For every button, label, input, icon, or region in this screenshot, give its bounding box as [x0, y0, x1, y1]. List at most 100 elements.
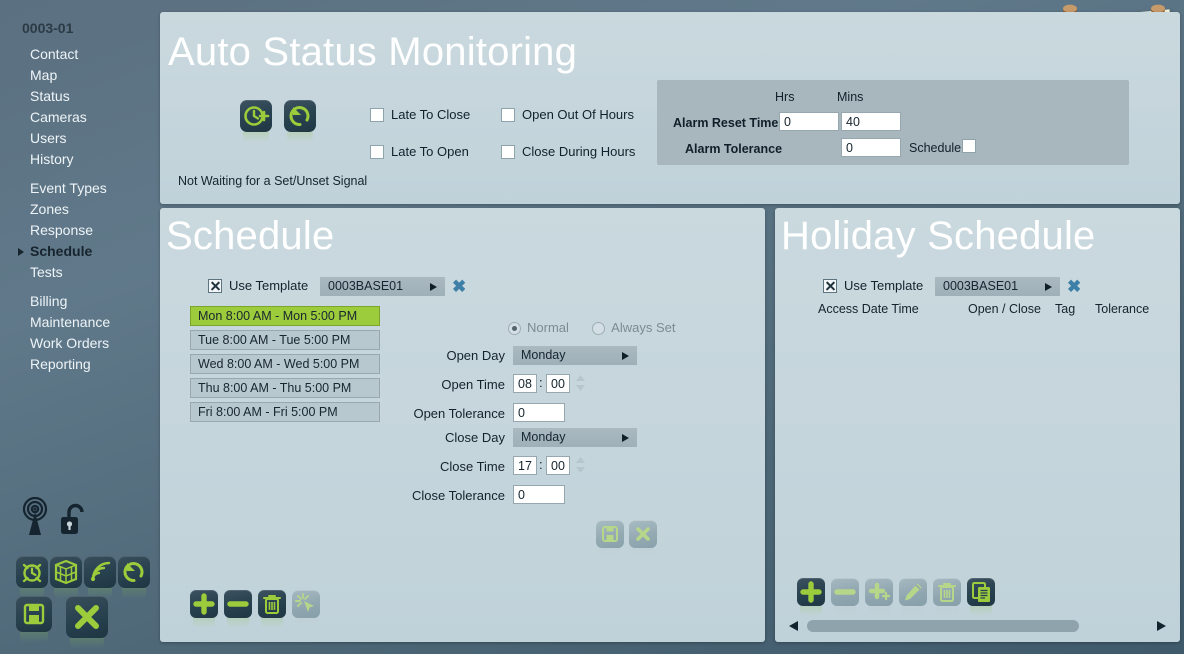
wifi-signal-icon[interactable]	[84, 556, 116, 599]
close-tolerance-input[interactable]	[513, 485, 565, 504]
schedule-day-item[interactable]: Mon 8:00 AM - Mon 5:00 PM	[190, 306, 380, 326]
checkbox-label: Late To Close	[391, 107, 471, 122]
plus-icon[interactable]	[797, 578, 825, 616]
sidebar-item-schedule[interactable]: Schedule	[0, 241, 160, 262]
scroll-right-arrow-icon[interactable]	[1157, 621, 1166, 631]
checkbox-late-to-close[interactable]: Late To Close	[370, 107, 470, 122]
schedule-day-list[interactable]: Mon 8:00 AM - Mon 5:00 PM Tue 8:00 AM - T…	[190, 306, 380, 426]
status-text: Not Waiting for a Set/Unset Signal	[178, 174, 368, 188]
schedule-template-dropdown[interactable]: 0003BASE01	[320, 277, 445, 296]
checkbox-use-template[interactable]	[823, 279, 837, 293]
holiday-use-template-row[interactable]: Use Template	[823, 278, 923, 293]
pencil-icon	[899, 578, 927, 616]
copy-icon[interactable]	[967, 578, 995, 616]
holiday-template-dropdown[interactable]: 0003BASE01	[935, 277, 1060, 296]
holiday-clear-template-button[interactable]: ✖	[1067, 278, 1081, 295]
checkbox-label: Close During Hours	[522, 144, 636, 159]
sidebar-item-billing[interactable]: Billing	[0, 291, 160, 312]
open-time-spinner[interactable]	[575, 374, 586, 392]
radio-normal[interactable]	[508, 322, 521, 335]
chevron-right-icon	[622, 352, 629, 360]
schedule-panel: Schedule Use Template 0003BASE01 ✖ Mon 8…	[160, 208, 765, 642]
sidebar-item-cameras[interactable]: Cameras	[0, 107, 160, 128]
alarm-reset-hrs-input[interactable]	[779, 112, 839, 131]
scrollbar-thumb[interactable]	[807, 620, 1079, 632]
checkbox-box[interactable]	[501, 145, 515, 159]
checkbox-close-during-hours[interactable]: Close During Hours	[501, 144, 635, 159]
time-colon: :	[539, 457, 543, 472]
checkbox-alarm-schedule[interactable]	[962, 139, 976, 153]
plus-star-icon	[865, 578, 893, 616]
open-day-value: Monday	[521, 348, 566, 362]
schedule-day-item[interactable]: Wed 8:00 AM - Wed 5:00 PM	[190, 354, 380, 374]
close-time-minutes-input[interactable]	[546, 456, 570, 475]
open-time-minutes-input[interactable]	[546, 374, 570, 393]
holiday-horizontal-scrollbar[interactable]	[785, 618, 1170, 634]
open-tolerance-label: Open Tolerance	[413, 406, 505, 421]
open-day-dropdown[interactable]: Monday	[513, 346, 637, 365]
alarm-tolerance-label: Alarm Tolerance	[685, 142, 783, 156]
sidebar-item-history[interactable]: History	[0, 149, 160, 170]
sidebar-cancel-button[interactable]	[66, 596, 109, 649]
scroll-left-arrow-icon[interactable]	[789, 621, 798, 631]
radio-always-set-label: Always Set	[611, 320, 676, 335]
minus-icon[interactable]	[224, 590, 252, 628]
schedule-mode-radios[interactable]: Normal Always Set	[508, 320, 675, 335]
close-time-hours-input[interactable]	[513, 456, 537, 475]
grid-cube-icon[interactable]	[50, 556, 82, 599]
close-tolerance-label: Close Tolerance	[412, 488, 505, 503]
sidebar-item-users[interactable]: Users	[0, 128, 160, 149]
undo-refresh-icon[interactable]	[284, 100, 316, 142]
schedule-use-template-row[interactable]: Use Template	[208, 278, 308, 293]
sidebar-item-status[interactable]: Status	[0, 86, 160, 107]
alarm-tolerance-input[interactable]	[841, 138, 901, 157]
clock-add-icon[interactable]	[240, 100, 272, 142]
open-time-label: Open Time	[441, 377, 505, 392]
sidebar-item-map[interactable]: Map	[0, 65, 160, 86]
column-header-tolerance: Tolerance	[1095, 302, 1150, 316]
sidebar-save-button[interactable]	[16, 596, 52, 643]
schedule-day-item[interactable]: Tue 8:00 AM - Tue 5:00 PM	[190, 330, 380, 350]
column-header-access-date-time: Access Date Time	[818, 302, 919, 316]
sidebar-item-maintenance[interactable]: Maintenance	[0, 312, 160, 333]
refresh-icon[interactable]	[118, 556, 150, 599]
close-day-dropdown[interactable]: Monday	[513, 428, 637, 447]
sidebar: 0003-01 Contact Map Status Cameras Users Hist…	[0, 0, 160, 654]
checkbox-box[interactable]	[370, 145, 384, 159]
sidebar-item-reporting[interactable]: Reporting	[0, 354, 160, 375]
radio-always-set[interactable]	[592, 322, 606, 335]
trash-icon[interactable]	[258, 590, 286, 628]
schedule-clear-template-button[interactable]: ✖	[452, 278, 466, 295]
checkbox-use-template[interactable]	[208, 279, 222, 293]
sidebar-status-icons	[18, 497, 148, 539]
use-template-label: Use Template	[844, 278, 924, 293]
close-time-spinner[interactable]	[575, 456, 586, 474]
sidebar-item-contact[interactable]: Contact	[0, 44, 160, 65]
schedule-save-button[interactable]	[596, 520, 624, 557]
sidebar-item-tests[interactable]: Tests	[0, 262, 160, 283]
schedule-cancel-button[interactable]	[629, 520, 657, 557]
alarm-clock-icon[interactable]	[16, 556, 48, 599]
page-title: Auto Status Monitoring	[168, 30, 578, 74]
close-day-value: Monday	[521, 430, 566, 444]
checkbox-open-out-of-hours[interactable]: Open Out Of Hours	[501, 107, 634, 122]
alarm-reset-mins-input[interactable]	[841, 112, 901, 131]
sidebar-item-event-types[interactable]: Event Types	[0, 178, 160, 199]
schedule-day-item[interactable]: Fri 8:00 AM - Fri 5:00 PM	[190, 402, 380, 422]
chevron-right-icon	[430, 283, 437, 291]
sidebar-item-work-orders[interactable]: Work Orders	[0, 333, 160, 354]
holiday-title: Holiday Schedule	[781, 214, 1096, 258]
sidebar-item-response[interactable]: Response	[0, 220, 160, 241]
sidebar-item-zones[interactable]: Zones	[0, 199, 160, 220]
open-time-hours-input[interactable]	[513, 374, 537, 393]
checkbox-late-to-open[interactable]: Late To Open	[370, 144, 469, 159]
checkbox-box[interactable]	[501, 108, 515, 122]
checkbox-box[interactable]	[370, 108, 384, 122]
schedule-day-item[interactable]: Thu 8:00 AM - Thu 5:00 PM	[190, 378, 380, 398]
plus-icon[interactable]	[190, 590, 218, 628]
sidebar-tool-buttons	[16, 556, 152, 599]
site-id: 0003-01	[22, 20, 74, 36]
checkbox-label: Late To Open	[391, 144, 469, 159]
open-tolerance-input[interactable]	[513, 403, 565, 422]
holiday-template-value: 0003BASE01	[943, 279, 1019, 293]
